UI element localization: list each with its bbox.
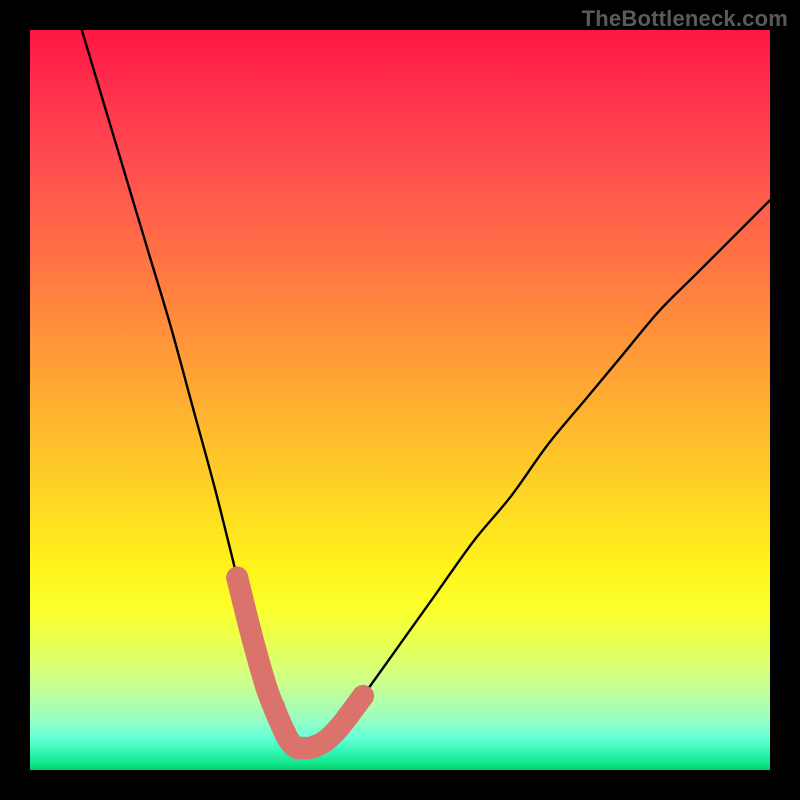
- optimal-marker-dot: [315, 729, 337, 751]
- chart-frame: TheBottleneck.com: [0, 0, 800, 800]
- bottleneck-curve: [82, 30, 770, 748]
- optimal-marker-dot: [263, 696, 285, 718]
- optimal-marker-dot: [352, 685, 374, 707]
- optimal-marker-dot: [337, 705, 359, 727]
- optimal-marker-dot: [226, 567, 248, 589]
- optimal-marker-dot: [241, 626, 263, 648]
- plot-area: [30, 30, 770, 770]
- chart-svg: [30, 30, 770, 770]
- watermark-text: TheBottleneck.com: [582, 6, 788, 32]
